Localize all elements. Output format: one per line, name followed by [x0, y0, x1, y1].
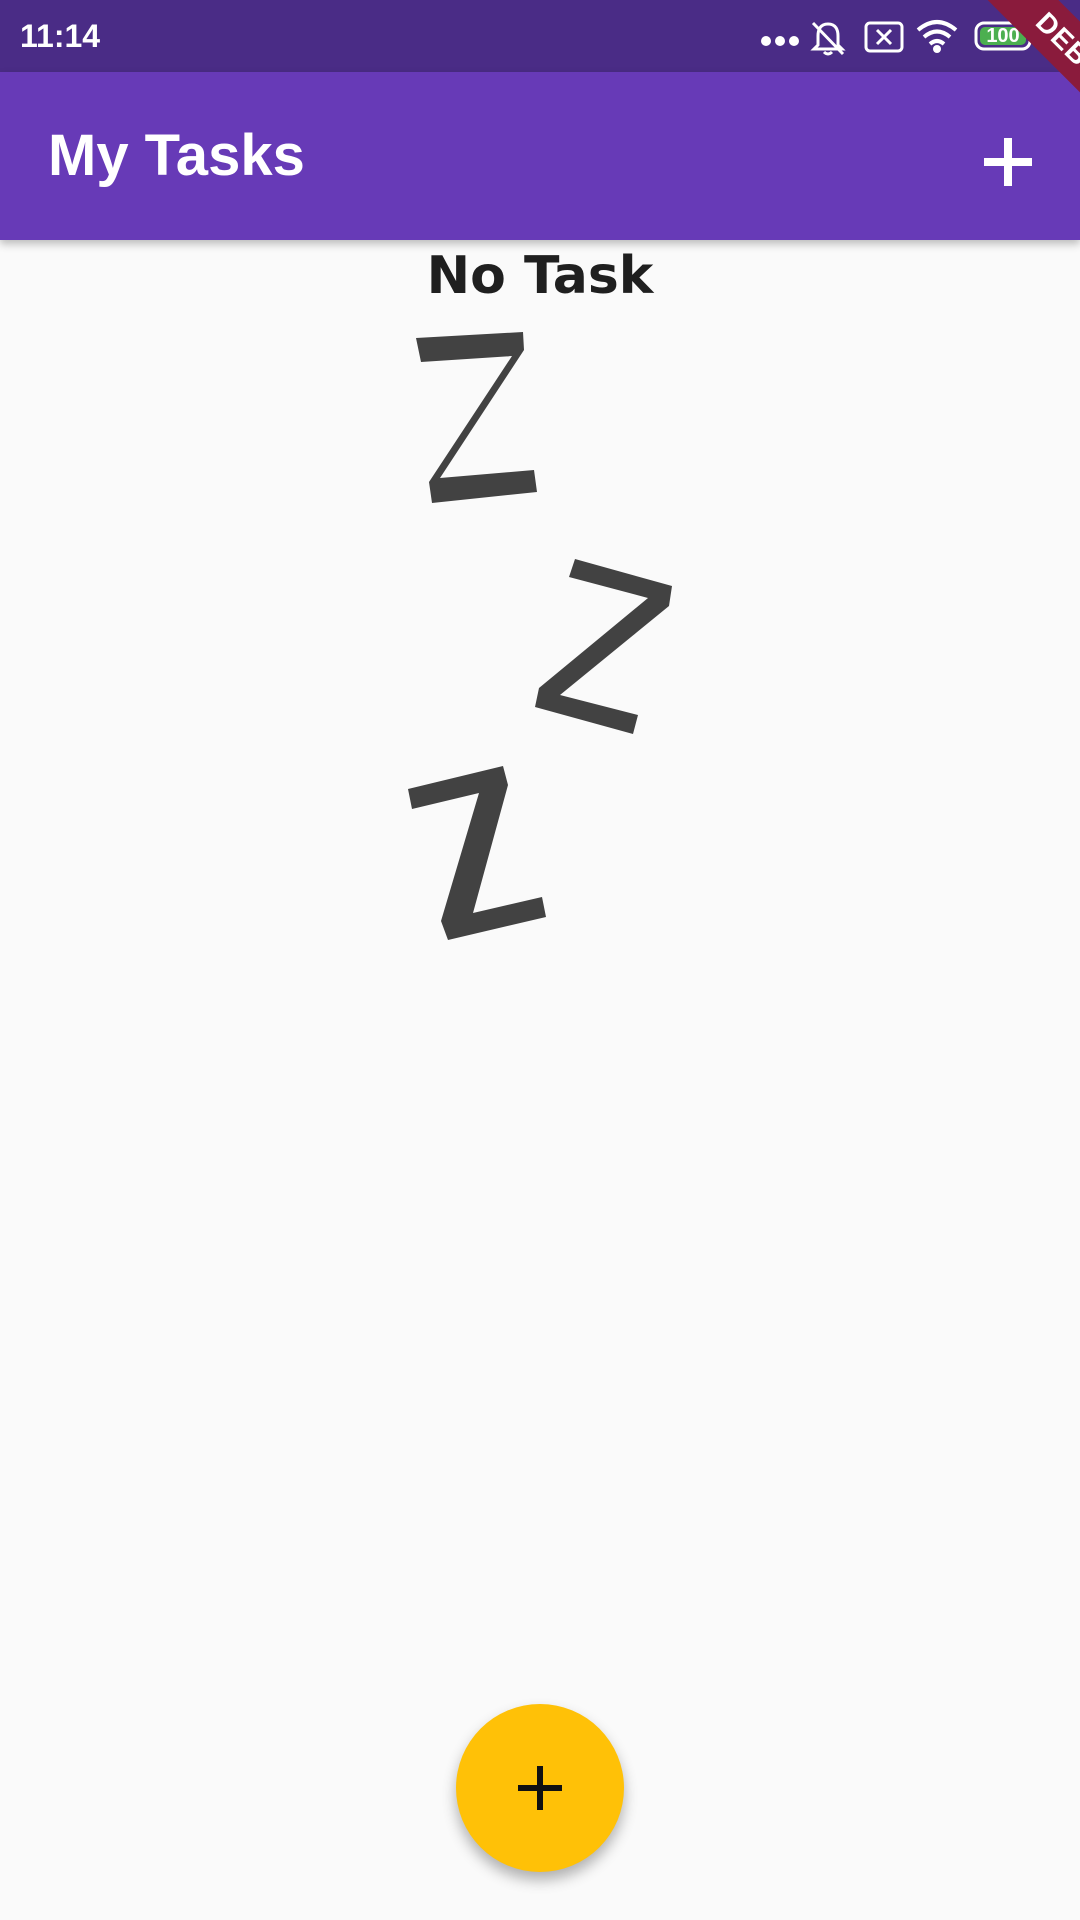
charging-icon — [1047, 20, 1065, 52]
notifications-off-icon — [810, 21, 846, 56]
battery-level: 100 — [986, 25, 1020, 47]
add-icon — [518, 1766, 562, 1810]
add-task-button[interactable] — [968, 122, 1048, 202]
sim-error-icon — [864, 21, 904, 53]
status-bar: 11:14 100 — [0, 0, 1080, 72]
add-icon — [984, 138, 1032, 186]
battery-icon: 100 — [974, 20, 1036, 52]
app-bar: My Tasks — [0, 72, 1080, 240]
more-dots-icon — [761, 36, 799, 46]
sleeping-zzz-icon — [408, 332, 672, 940]
add-task-fab[interactable] — [456, 1704, 624, 1872]
status-time: 11:14 — [20, 18, 101, 54]
app-title: My Tasks — [48, 123, 305, 188]
wifi-icon — [916, 20, 958, 53]
